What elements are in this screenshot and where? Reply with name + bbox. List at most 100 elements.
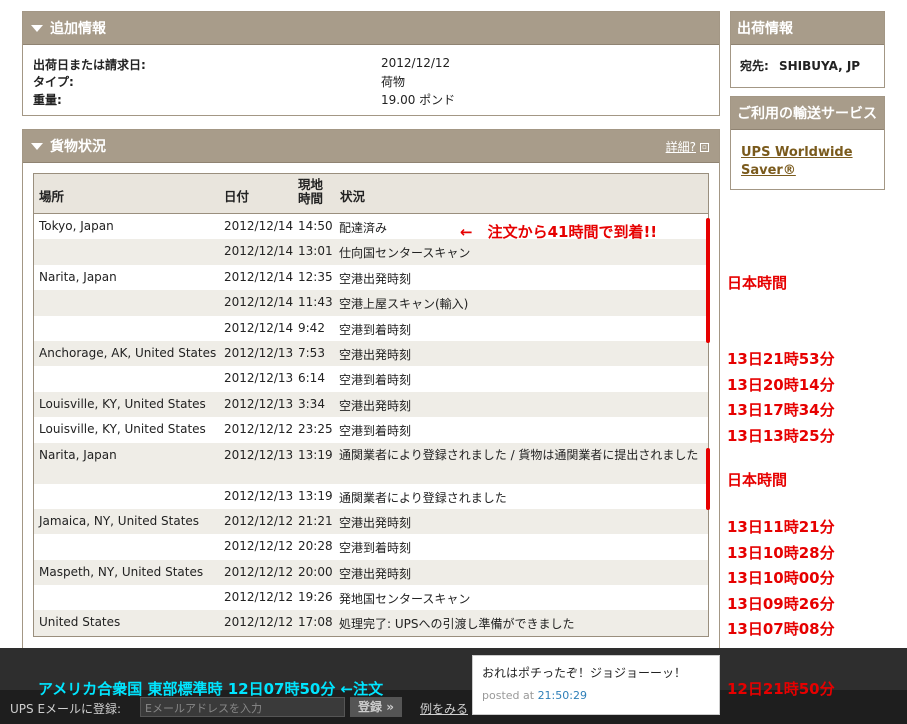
table-row: United States 2012/12/12 17:08 処理完了: UPSへの引…	[34, 610, 708, 636]
cell-status: 空港出発時刻	[339, 566, 412, 581]
collapse-triangle-icon[interactable]	[31, 142, 43, 150]
tweet-message: おれはポチったぞ！ジョジョーーッ！	[482, 666, 687, 680]
type-value: 荷物	[381, 75, 406, 89]
package-status-header[interactable]: 貨物状況 詳細? ▫	[23, 130, 719, 163]
cell-time: 12:35	[298, 269, 333, 284]
cell-status: 空港上屋スキャン(輸入)	[339, 297, 469, 312]
detail-link-label: 詳細?	[665, 140, 696, 154]
email-input[interactable]: Eメールアドレスを入力	[140, 697, 345, 717]
cell-location: Louisville, KY, United States	[39, 422, 206, 437]
cell-location: Narita, Japan	[39, 447, 117, 462]
cell-date: 2012/12/12	[224, 564, 294, 579]
cell-time: 17:08	[298, 615, 333, 630]
cell-time: 20:28	[298, 539, 333, 554]
header-date: 日付	[224, 189, 250, 204]
table-row: 2012/12/12 19:26 発地国センタースキャン	[34, 585, 708, 610]
time-annotation: 13日09時26分	[727, 595, 835, 613]
cell-date: 2012/12/12	[224, 513, 294, 528]
cell-location: Louisville, KY, United States	[39, 396, 206, 411]
additional-info-header[interactable]: 追加情報	[23, 12, 719, 45]
cell-status: 空港出発時刻	[339, 347, 412, 362]
time-annotation: 13日11時21分	[727, 518, 835, 536]
jp-time-annotation-1: 日本時間	[727, 274, 788, 292]
table-header: 場所 日付 現地時間 状況	[34, 174, 708, 214]
detail-link[interactable]: 詳細? ▫	[666, 138, 709, 155]
cell-date: 2012/12/13	[224, 396, 294, 411]
cell-status: 配達済み	[339, 221, 388, 235]
posted-time[interactable]: 21:50:29	[538, 689, 587, 702]
cell-time: 11:43	[298, 295, 333, 310]
shipping-info-panel: 出荷情報 宛先: SHIBUYA, JP	[730, 11, 885, 88]
table-row: 2012/12/13 6:14 空港到着時刻	[34, 366, 708, 391]
time-annotation: 13日10時28分	[727, 544, 835, 562]
jp-time-annotation-2: 日本時間	[727, 471, 788, 489]
table-row: 2012/12/14 13:01 仕向国センタースキャン	[34, 239, 708, 265]
cell-time: 13:01	[298, 244, 333, 259]
time-annotation: 13日17時34分	[727, 401, 835, 419]
header-location: 場所	[39, 189, 65, 204]
collapse-triangle-icon[interactable]	[31, 24, 43, 32]
cell-date: 2012/12/12	[224, 539, 294, 554]
package-status-panel: 貨物状況 詳細? ▫ 場所 日付 現地時間 状況 Tokyo, Japan 2012…	[22, 129, 720, 649]
cell-status: 処理完了: UPSへの引渡し準備ができました	[339, 617, 575, 632]
cell-date: 2012/12/13	[224, 345, 294, 360]
additional-info-title: 追加情報	[50, 21, 106, 37]
cell-status: 発地国センタースキャン	[339, 592, 471, 607]
weight-value: 19.00 ポンド	[381, 93, 456, 107]
cell-date: 2012/12/12	[224, 615, 294, 630]
register-button[interactable]: 登録 »	[350, 697, 402, 717]
cell-status: 空港出発時刻	[339, 398, 412, 413]
table-row: Maspeth, NY, United States 2012/12/12 20:0…	[34, 559, 708, 586]
cell-status: 空港出発時刻	[339, 515, 412, 530]
cell-status: 空港到着時刻	[339, 424, 412, 439]
posted-prefix: posted at	[482, 689, 535, 702]
service-body: UPS Worldwide Saver®	[731, 130, 884, 194]
table-row: 2012/12/12 20:28 空港到着時刻	[34, 534, 708, 559]
cell-time: 13:19	[298, 488, 333, 503]
table-row: Jamaica, NY, United States 2012/12/12 21:2…	[34, 508, 708, 535]
cell-time: 13:19	[298, 447, 333, 462]
arrival-annotation: ← 注文から41時間で到着!!	[460, 223, 658, 241]
cell-date: 2012/12/13	[224, 488, 294, 503]
cell-date: 2012/12/14	[224, 320, 294, 335]
service-header: ご利用の輸送サービス	[731, 97, 884, 130]
table-row: Narita, Japan 2012/12/14 12:35 空港出発時刻	[34, 265, 708, 290]
cell-status: 空港出発時刻	[339, 271, 412, 286]
ups-worldwide-saver-link[interactable]: UPS Worldwide Saver®	[741, 145, 853, 178]
cell-time: 6:14	[298, 371, 325, 386]
email-signup-label: UPS Eメールに登録:	[10, 702, 122, 716]
red-bracket-2	[706, 448, 710, 510]
package-status-title: 貨物状況	[50, 139, 106, 155]
cell-date: 2012/12/14	[224, 269, 294, 284]
example-link[interactable]: 例をみる	[420, 700, 468, 717]
destination-label: 宛先:	[740, 59, 769, 73]
cell-date: 2012/12/14	[224, 219, 294, 233]
cell-time: 14:50	[298, 219, 333, 233]
table-row: 2012/12/14 9:42 空港到着時刻	[34, 316, 708, 341]
tweet-meta: posted at 21:50:29	[482, 689, 710, 702]
shipping-info-header: 出荷情報	[731, 12, 884, 45]
est-order-annotation: アメリカ合衆国 東部標準時 12日07時50分 ←注文	[38, 680, 384, 698]
cell-location: United States	[39, 615, 121, 630]
additional-info-panel: 追加情報 出荷日または請求日: 2012/12/12 タイプ: 荷物 重量: 1…	[22, 11, 720, 116]
type-label: タイプ:	[33, 75, 74, 89]
destination: 宛先: SHIBUYA, JP	[731, 45, 884, 84]
time-annotation: 13日07時08分	[727, 620, 835, 638]
time-annotation: 13日10時00分	[727, 569, 835, 587]
shipping-info-title: 出荷情報	[737, 21, 793, 37]
red-bracket-1	[706, 218, 710, 343]
cell-date: 2012/12/13	[224, 447, 294, 462]
table-row: Louisville, KY, United States 2012/12/13 3…	[34, 391, 708, 418]
cell-time: 9:42	[298, 320, 325, 335]
weight-label: 重量:	[33, 93, 62, 107]
ship-date-label: 出荷日または請求日:	[33, 58, 146, 72]
cell-status: 空港到着時刻	[339, 322, 412, 337]
header-local-time: 現地時間	[298, 177, 324, 206]
cell-location: Maspeth, NY, United States	[39, 564, 204, 579]
cell-time: 19:26	[298, 590, 333, 605]
cell-date: 2012/12/12	[224, 422, 294, 437]
cell-date: 2012/12/12	[224, 590, 294, 605]
header-status: 状況	[340, 189, 366, 204]
cell-location: Tokyo, Japan	[39, 219, 114, 233]
destination-value: SHIBUYA, JP	[779, 59, 861, 73]
